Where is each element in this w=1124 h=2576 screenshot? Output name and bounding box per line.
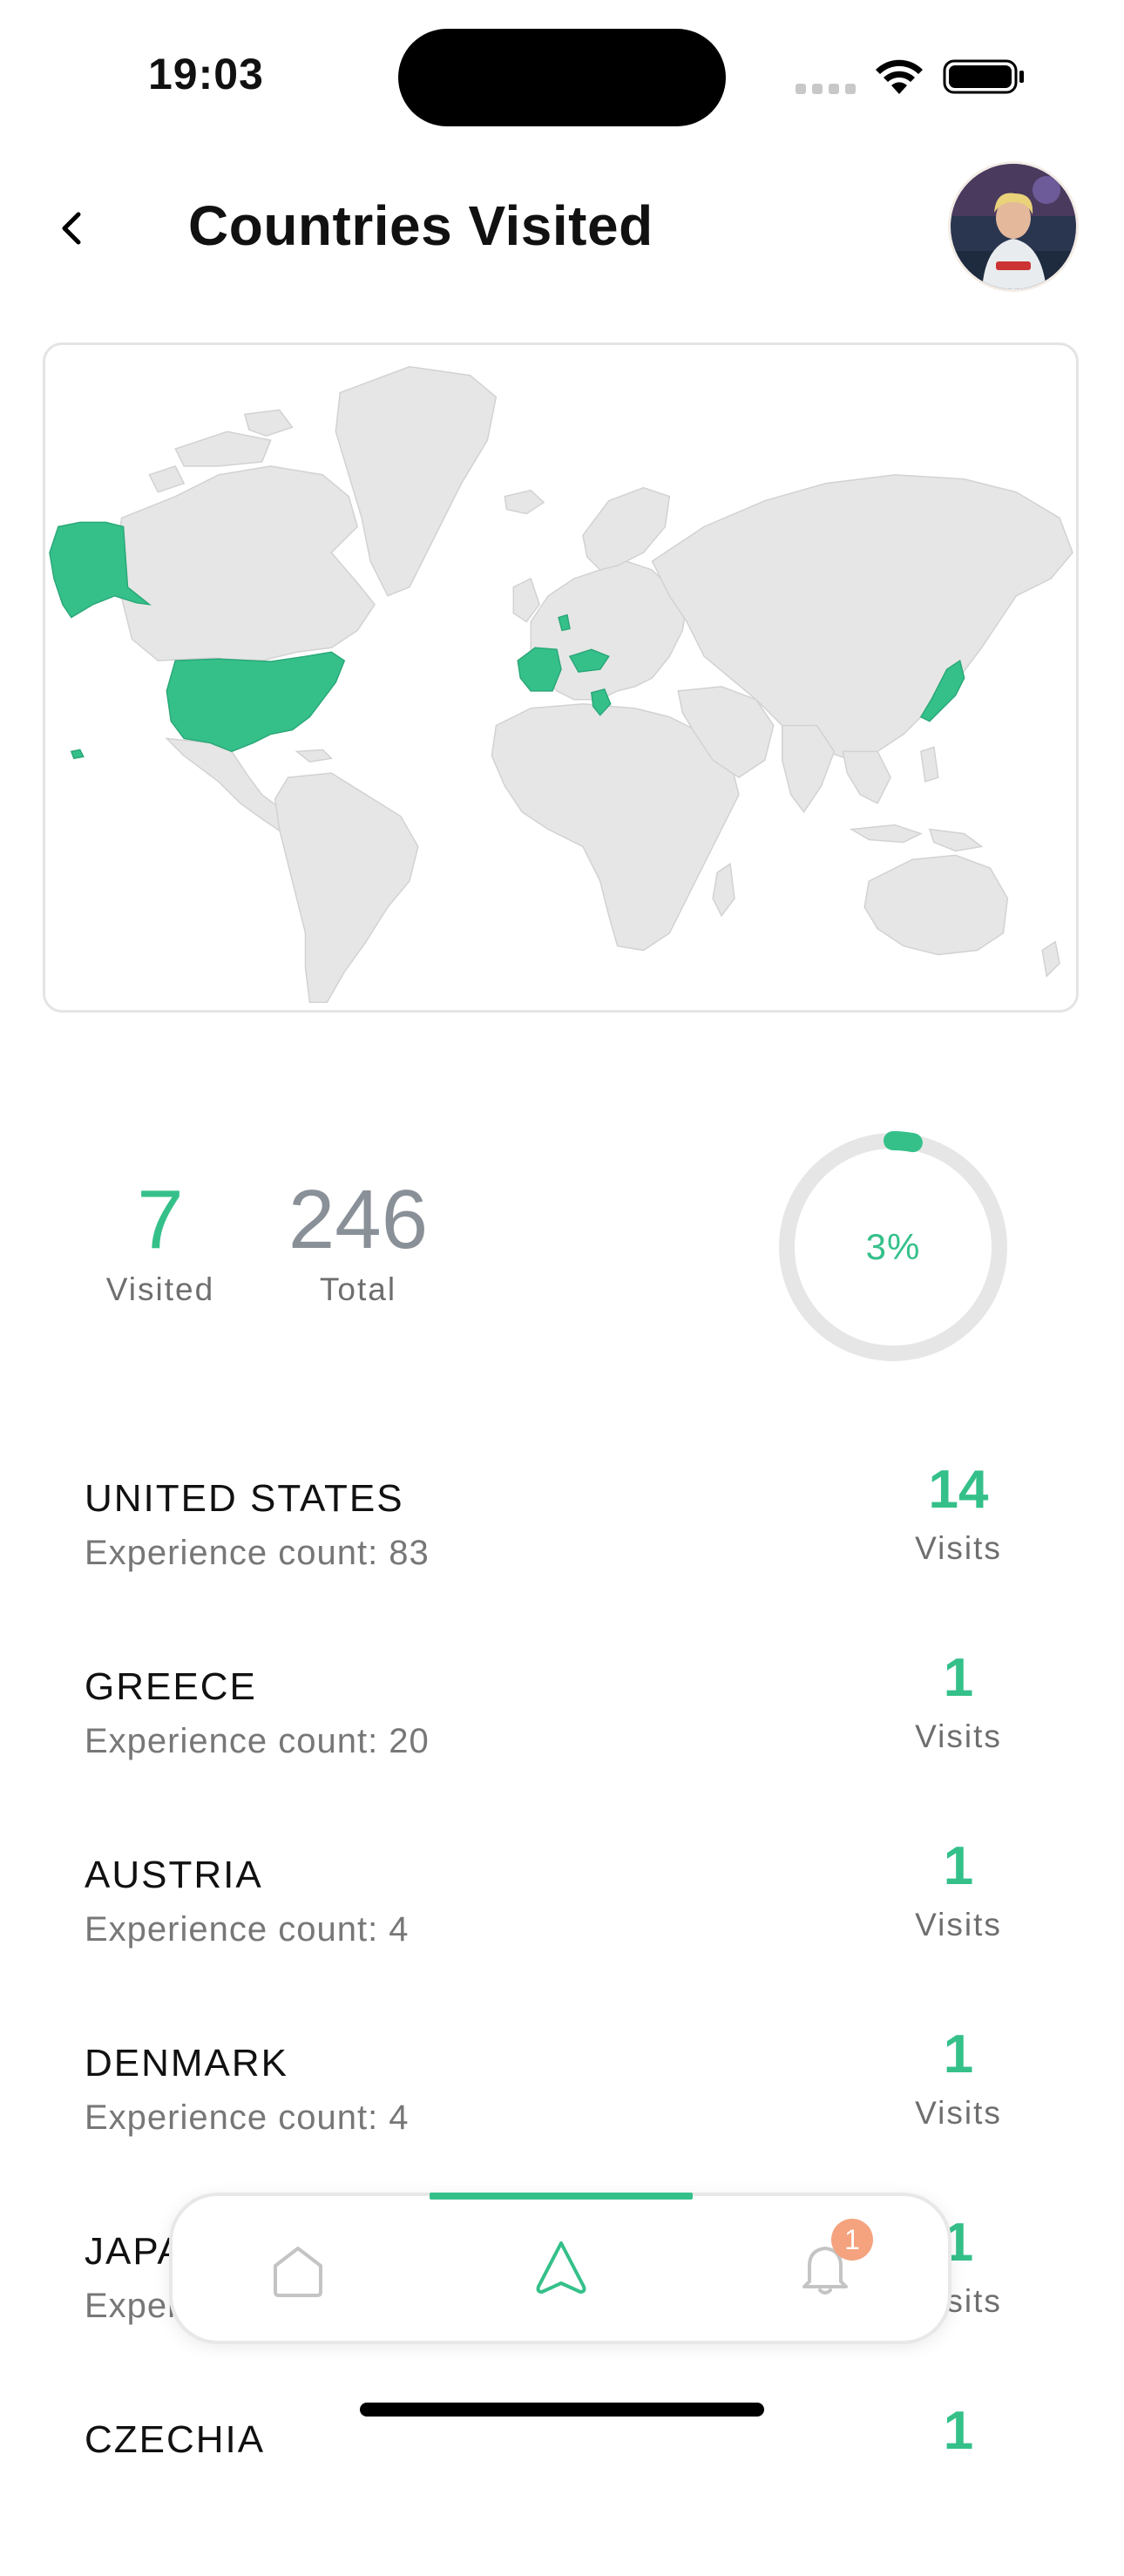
explore-icon[interactable] (530, 2236, 592, 2299)
total-label: Total (319, 1271, 397, 1307)
visit-label: Visits (915, 2095, 1002, 2131)
country-name: DENMARK (85, 2042, 289, 2085)
world-map[interactable] (43, 342, 1079, 1013)
map-mexico (165, 737, 294, 835)
cellular-signal-icon (796, 84, 856, 94)
visit-count: 14 (928, 1460, 989, 1520)
visited-label: Visited (105, 1271, 215, 1307)
map-australia (863, 854, 1009, 956)
visit-count: 1 (943, 2024, 974, 2085)
map-greenland (335, 366, 498, 597)
page-title: Countries Visited (188, 194, 653, 257)
battery-icon (943, 59, 1024, 94)
country-name: GREECE (85, 1665, 257, 1708)
home-indicator (360, 2403, 764, 2417)
back-button[interactable] (51, 202, 94, 254)
dynamic-island (398, 29, 726, 126)
map-canada (113, 465, 376, 661)
notification-badge: 1 (831, 2219, 873, 2261)
visited-count: 7 (137, 1173, 184, 1266)
visit-label: Visits (915, 1718, 1002, 1754)
map-france (517, 647, 562, 692)
home-icon[interactable] (267, 2240, 329, 2302)
status-time: 19:03 (148, 50, 264, 98)
visit-count: 1 (943, 1648, 974, 1708)
experience-count: Experience count: 4 (85, 1910, 410, 1949)
experience-count: Experience count: 83 (85, 1534, 430, 1572)
visit-count: 1 (943, 2401, 974, 2461)
list-item[interactable]: DENMARK Experience count: 4 1 Visits (0, 2011, 1124, 2200)
map-south-america (274, 772, 419, 1003)
active-tab-indicator (430, 2193, 693, 2200)
country-name: UNITED STATES (85, 1477, 404, 1520)
country-name: CZECHIA (85, 2418, 266, 2461)
total-stat: 246 Total (275, 1172, 441, 1308)
visited-stat: 7 Visited (91, 1172, 230, 1308)
experience-count: Experience count: 20 (85, 1722, 430, 1760)
avatar[interactable] (951, 164, 1076, 289)
country-name: AUSTRIA (85, 1854, 263, 1896)
visit-label: Visits (915, 1907, 1002, 1942)
wifi-icon (876, 59, 923, 94)
total-count: 246 (288, 1173, 429, 1266)
progress-percent: 3% (865, 1226, 921, 1267)
list-item[interactable]: AUSTRIA Experience count: 4 1 Visits (0, 1823, 1124, 2011)
map-usa (166, 651, 346, 753)
visit-count: 1 (943, 1836, 974, 1896)
list-item[interactable]: GREECE Experience count: 20 1 Visits (0, 1635, 1124, 1823)
visit-label: Visits (915, 1530, 1002, 1566)
list-item[interactable]: UNITED STATES Experience count: 83 14 Vi… (0, 1447, 1124, 1635)
status-bar: 19:03 (0, 0, 1124, 148)
experience-count: Experience count: 4 (85, 2098, 410, 2137)
